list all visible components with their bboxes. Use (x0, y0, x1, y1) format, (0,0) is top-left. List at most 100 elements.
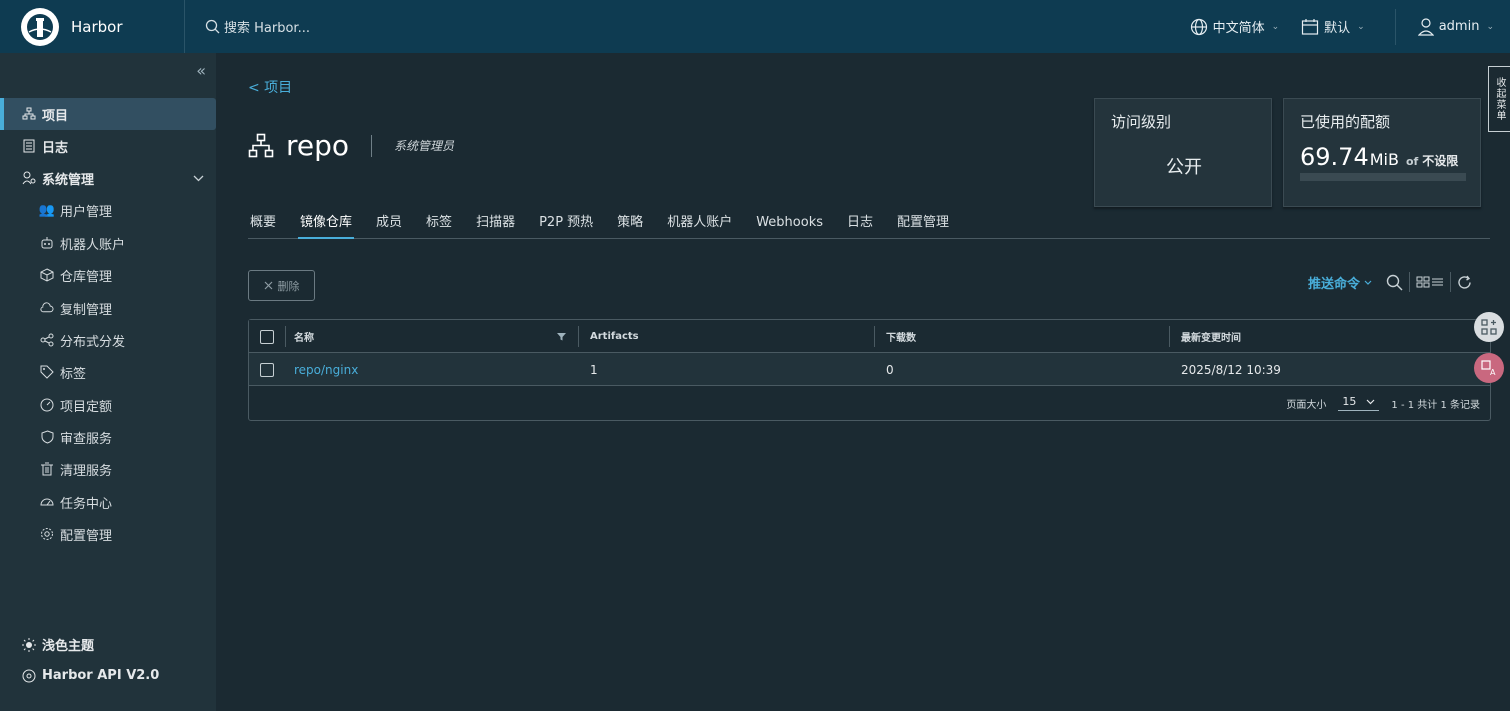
column-divider (285, 326, 286, 347)
sidebar-item-gc[interactable]: 清理服务 (0, 453, 216, 485)
app-title: Harbor (71, 17, 123, 36)
sidebar-item-interrogation[interactable]: 审查服务 (0, 421, 216, 453)
search-icon[interactable] (1386, 274, 1403, 291)
quota-unit: MiB (1369, 150, 1399, 169)
tab-scanner[interactable]: 扫描器 (464, 215, 527, 239)
toolbar-divider (1409, 272, 1410, 292)
quota-title: 已使用的配额 (1300, 113, 1391, 131)
page-title: repo 系统管理员 (248, 129, 454, 162)
select-all-checkbox[interactable] (260, 329, 274, 344)
search-input[interactable]: 搜索 Harbor... (224, 17, 310, 36)
header-divider (1394, 8, 1396, 45)
tab-webhooks[interactable]: Webhooks (744, 215, 835, 239)
translate-float-button[interactable]: A (1474, 353, 1504, 383)
row-checkbox[interactable] (260, 362, 274, 377)
tab-p2p-preheat[interactable]: P2P 预热 (527, 215, 605, 239)
sidebar-item-label: 项目 (42, 108, 69, 124)
tab-members[interactable]: 成员 (364, 215, 414, 239)
project-tabs: 概要 镜像仓库 成员 标签 扫描器 P2P 预热 策略 机器人账户 Webhoo… (248, 215, 1490, 239)
repository-name-link[interactable]: repo/nginx (294, 353, 358, 386)
column-header-artifacts[interactable]: Artifacts (590, 320, 639, 353)
column-header-downloads[interactable]: 下载数 (886, 320, 916, 353)
main-content: < 项目 repo 系统管理员 访问级别 公开 已使用的配额 69.74 MiB… (216, 53, 1510, 711)
sidebar-item-job-center[interactable]: 任务中心 (0, 486, 216, 518)
access-level-title: 访问级别 (1111, 113, 1172, 131)
sidebar-item-distribution[interactable]: 分布式分发 (0, 324, 216, 356)
sidebar-item-label: 标签 (60, 366, 87, 382)
tab-summary[interactable]: 概要 (248, 215, 288, 239)
chevron-down-icon (1364, 280, 1372, 285)
table-toolbar: 推送命令 (1308, 271, 1472, 293)
global-search[interactable]: 搜索 Harbor... (205, 17, 310, 36)
table-row[interactable]: repo/nginx 1 0 2025/8/12 10:39 (249, 353, 1490, 386)
column-header-updated[interactable]: 最新变更时间 (1181, 320, 1241, 353)
gauge-icon (40, 398, 54, 412)
language-selector[interactable]: 中文简体 ⌄ (1190, 17, 1280, 36)
sidebar-item-labels[interactable]: 标签 (0, 356, 216, 388)
apps-float-button[interactable] (1474, 312, 1504, 342)
table-footer: 页面大小 15 1 - 1 共计 1 条记录 (1286, 395, 1480, 411)
user-icon (1417, 17, 1434, 36)
view-toggle-icon[interactable] (1416, 276, 1444, 288)
push-command-label: 推送命令 (1307, 276, 1360, 292)
translate-icon: A (1481, 360, 1497, 376)
tab-repositories[interactable]: 镜像仓库 (298, 215, 355, 239)
page-size-select[interactable]: 15 (1338, 395, 1380, 411)
theme-toggle-label: 浅色主题 (42, 639, 95, 654)
sidebar-item-label: 分布式分发 (60, 334, 126, 350)
sidebar-item-configuration[interactable]: 配置管理 (0, 518, 216, 550)
quota-used-value: 69.74 (1300, 143, 1369, 171)
push-command-button[interactable]: 推送命令 (1308, 273, 1372, 292)
column-divider (1169, 326, 1170, 347)
sidebar-item-logs[interactable]: 日志 (0, 130, 216, 162)
collapse-sidebar-icon[interactable]: « (196, 61, 206, 80)
column-header-name[interactable]: 名称 (294, 320, 314, 353)
chevron-down-icon (1366, 399, 1375, 405)
quota-card: 已使用的配额 69.74 MiB of 不设限 (1283, 98, 1481, 207)
updated-time: 2025/8/12 10:39 (1181, 362, 1281, 377)
tab-logs[interactable]: 日志 (835, 215, 885, 239)
sidebar-item-label: 仓库管理 (60, 269, 113, 285)
theme-toggle[interactable]: 浅色主题 (22, 635, 94, 654)
refresh-icon[interactable] (1457, 275, 1472, 290)
tab-configuration[interactable]: 配置管理 (885, 215, 961, 239)
chevron-up-icon (193, 175, 204, 182)
calendar-icon (1301, 18, 1319, 36)
artifacts-count: 1 (590, 362, 598, 377)
project-icon (22, 107, 36, 121)
breadcrumb-back-link[interactable]: < 项目 (248, 77, 292, 97)
collapse-menu-tab[interactable]: 收起菜单 (1488, 66, 1510, 132)
brand[interactable]: Harbor (0, 0, 185, 53)
access-level-value: 公开 (1166, 157, 1202, 178)
select-all-checkbox-cell (260, 320, 274, 353)
sidebar-item-label: 复制管理 (60, 302, 113, 318)
api-icon (22, 669, 36, 683)
sidebar-item-projects[interactable]: 项目 (0, 98, 216, 130)
chevron-down-icon: ⌄ (1357, 21, 1365, 32)
column-divider (578, 326, 579, 347)
tab-robot-accounts[interactable]: 机器人账户 (655, 215, 744, 239)
sidebar-item-quotas[interactable]: 项目定额 (0, 389, 216, 421)
sidebar-item-robots[interactable]: 机器人账户 (0, 227, 216, 259)
delete-button[interactable]: 删除 (248, 270, 315, 301)
project-icon (248, 133, 274, 159)
sidebar-item-replication[interactable]: 复制管理 (0, 292, 216, 324)
admin-icon (22, 171, 36, 185)
sidebar: « 项目 日志 系统管理 👥 用户管理 机器人账户 仓库管理 复制管理 分布式分… (0, 53, 216, 711)
tab-labels[interactable]: 标签 (414, 215, 464, 239)
tab-policy[interactable]: 策略 (605, 215, 655, 239)
user-menu[interactable]: admin ⌄ (1417, 17, 1494, 36)
row-checkbox-cell (260, 353, 274, 386)
sidebar-item-admin[interactable]: 系统管理 (0, 162, 216, 194)
sidebar-item-users[interactable]: 👥 用户管理 (0, 194, 216, 226)
chevron-down-icon: ⌄ (1486, 21, 1494, 32)
api-link-label: Harbor API V2.0 (42, 668, 160, 683)
datetime-format-selector[interactable]: 默认 ⌄ (1301, 17, 1365, 36)
sidebar-item-label: 审查服务 (60, 431, 113, 447)
api-link[interactable]: Harbor API V2.0 (22, 668, 159, 683)
sidebar-item-registries[interactable]: 仓库管理 (0, 259, 216, 291)
chevron-down-icon: ⌄ (1271, 21, 1280, 32)
quota-of: of (1405, 155, 1419, 168)
filter-icon[interactable] (557, 320, 566, 353)
shield-icon (40, 430, 54, 444)
